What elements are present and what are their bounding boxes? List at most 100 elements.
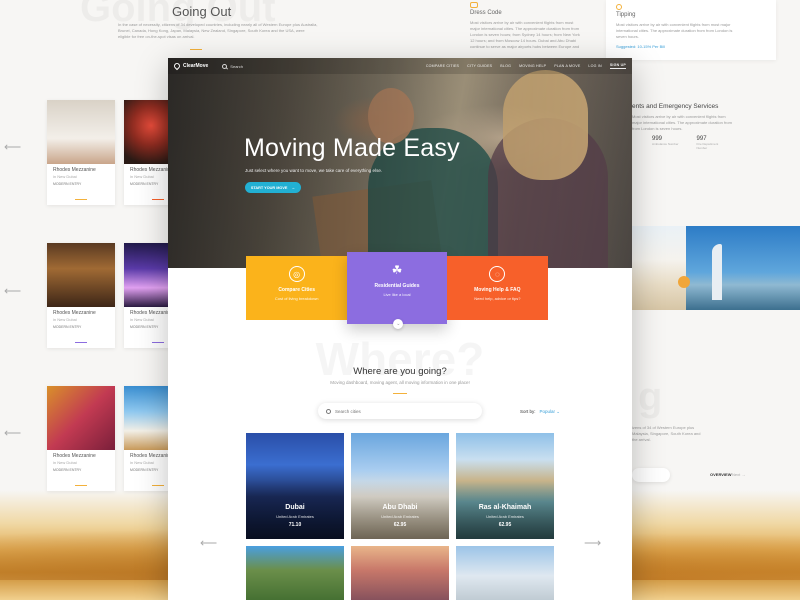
city-name: Dubai: [285, 504, 305, 511]
title-underline: [393, 393, 407, 395]
nav-search[interactable]: Search: [222, 63, 243, 69]
city-card[interactable]: Ras al-Khaimah United Arab Emirates 62.9…: [456, 433, 554, 539]
shirt-icon: [470, 2, 478, 8]
sort-value[interactable]: Popular ⌄: [540, 409, 561, 415]
nav-compare-cities[interactable]: Compare Cities: [426, 64, 459, 68]
card-badge: MODERN ENTRY: [53, 182, 82, 186]
arrow-left-icon[interactable]: ⟵: [4, 426, 21, 440]
card-title: Rhodes Mezzanine: [53, 310, 96, 316]
city-card[interactable]: Abu Dhabi United Arab Emirates 62.95: [351, 433, 449, 539]
card-accent: [152, 485, 164, 486]
burj-image: [686, 226, 800, 310]
feature-compare-cities[interactable]: ◎ Compare Cities Cost of living breakdow…: [246, 256, 348, 320]
emergency-text: Most visitors arrive by air with conveni…: [632, 114, 732, 131]
mini-card[interactable]: Rhodes Mezzanine in New Dubai MODERN ENT…: [47, 243, 115, 348]
right-text-block: izens of 34 of Western Europe plus Malay…: [632, 425, 702, 443]
card-accent: [75, 342, 87, 343]
card-accent: [152, 199, 164, 200]
tipping-title: Tipping: [616, 12, 636, 18]
card-accent: [75, 485, 87, 486]
mini-card[interactable]: Rhodes Mezzanine in New Dubai MODERN ENT…: [47, 100, 115, 205]
card-accent: [152, 342, 164, 343]
nav-blog[interactable]: Blog: [500, 64, 511, 68]
arrow-left-icon[interactable]: ⟵: [4, 284, 21, 298]
sort-control[interactable]: Sort by: Popular ⌄: [520, 409, 560, 415]
dress-code-text: Most visitors arrive by air with conveni…: [470, 20, 580, 49]
mosque-image: [632, 226, 686, 310]
hero-title: Moving Made Easy: [244, 134, 460, 162]
coin-icon: [616, 4, 622, 10]
search-icon: [326, 408, 331, 414]
tipping-link[interactable]: Suggested: 10-15% Per Bill: [616, 44, 766, 49]
feature-title: Residential Guides: [374, 283, 420, 289]
city-card[interactable]: [456, 546, 554, 600]
tipping-text: Most visitors arrive by air with conveni…: [616, 22, 733, 39]
stat-label: Ambulance Number: [652, 142, 679, 146]
feature-title: Moving Help & FAQ: [474, 287, 521, 293]
burj-tower-shape: [712, 244, 722, 300]
mini-card[interactable]: Rhodes Mezzanine in New Dubai MODERN ENT…: [47, 386, 115, 491]
nav-log-in[interactable]: Log In: [588, 64, 601, 68]
top-nav: ClearMove Search Compare Cities City Gui…: [168, 58, 632, 74]
card-accent: [75, 199, 87, 200]
feature-residential-guides[interactable]: ☘ Residential Guides Live like a local ⌄: [347, 252, 447, 329]
nav-sign-up[interactable]: Sign Up: [609, 63, 626, 69]
tipping-block: Tipping Most visitors arrive by air with…: [606, 0, 776, 60]
arrow-left-icon[interactable]: ⟵: [200, 536, 217, 550]
dress-code-title: Dress Code: [470, 10, 502, 16]
card-image: [47, 100, 115, 164]
arrow-left-icon[interactable]: ⟵: [4, 140, 21, 154]
dress-code-block: Dress Code Most visitors arrive by air w…: [470, 2, 580, 50]
palm-tree-icon: ☘: [391, 263, 403, 277]
nav-moving-help[interactable]: Moving Help: [519, 64, 546, 68]
feature-title: Compare Cities: [278, 287, 315, 293]
pill-button[interactable]: [632, 468, 670, 482]
city-card[interactable]: [246, 546, 344, 600]
arrow-right-icon: →: [741, 472, 746, 477]
city-name: Ras al-Khaimah: [478, 504, 532, 511]
card-title: Rhodes Mezzanine: [53, 453, 96, 459]
city-grid: Dubai United Arab Emirates 71.10 Abu Dha…: [246, 433, 554, 600]
nav-search-label: Search: [230, 63, 243, 69]
nav-plan-a-move[interactable]: Plan a Move: [554, 64, 580, 68]
feature-moving-help[interactable]: ◌ Moving Help & FAQ Need help, advice or…: [446, 256, 548, 320]
next-circle[interactable]: [678, 276, 690, 288]
city-search-input[interactable]: [335, 408, 465, 414]
pin-icon: [172, 61, 182, 71]
chevron-down-icon[interactable]: ⌄: [393, 319, 404, 329]
city-name: Abu Dhabi: [382, 504, 418, 511]
overview-link[interactable]: OVERVIEW: [710, 472, 732, 477]
start-move-button[interactable]: Start Your Move →: [245, 182, 301, 193]
nav-city-guides[interactable]: City Guides: [467, 64, 492, 68]
where-ghost-heading: Where?: [168, 332, 632, 386]
divider: [190, 49, 202, 50]
next-link[interactable]: Next →: [732, 472, 745, 477]
brand-logo[interactable]: ClearMove: [172, 61, 208, 71]
ghost-right: g: [638, 375, 662, 420]
feature-sub: Need help, advice or tips?: [474, 296, 521, 301]
hero-subtitle: Just select where you want to move, we t…: [245, 168, 383, 173]
city-score: 62.95: [393, 522, 407, 528]
feature-cards: ◎ Compare Cities Cost of living breakdow…: [246, 252, 548, 329]
start-move-label: Start Your Move: [250, 185, 288, 190]
city-card[interactable]: [351, 546, 449, 600]
search-icon: [222, 63, 228, 69]
where-title: Where are you going?: [353, 366, 447, 377]
card-badge: MODERN ENTRY: [53, 468, 82, 472]
city-card[interactable]: Dubai United Arab Emirates 71.10: [246, 433, 344, 539]
stat-label: Fire Department Number: [696, 142, 719, 150]
nav-links: Compare Cities City Guides Blog Moving H…: [426, 63, 626, 69]
feature-sub: Live like a local: [383, 292, 411, 297]
city-search[interactable]: [318, 403, 482, 419]
going-out-text: In the case of necessity, citizens of 34…: [118, 22, 318, 39]
going-out-title: Going Out: [172, 4, 232, 19]
city-score: 62.95: [498, 522, 512, 528]
arrow-right-icon: →: [291, 185, 296, 190]
card-title: Rhodes Mezzanine: [53, 167, 96, 173]
card-badge: MODERN ENTRY: [53, 325, 82, 329]
chevron-down-icon: ⌄: [556, 409, 561, 414]
right-text: izens of 34 of Western Europe plus Malay…: [632, 425, 701, 442]
city-country: United Arab Emirates: [381, 514, 419, 519]
arrow-right-icon[interactable]: ⟶: [584, 536, 601, 550]
hero-section: ClearMove Search Compare Cities City Gui…: [168, 58, 632, 268]
